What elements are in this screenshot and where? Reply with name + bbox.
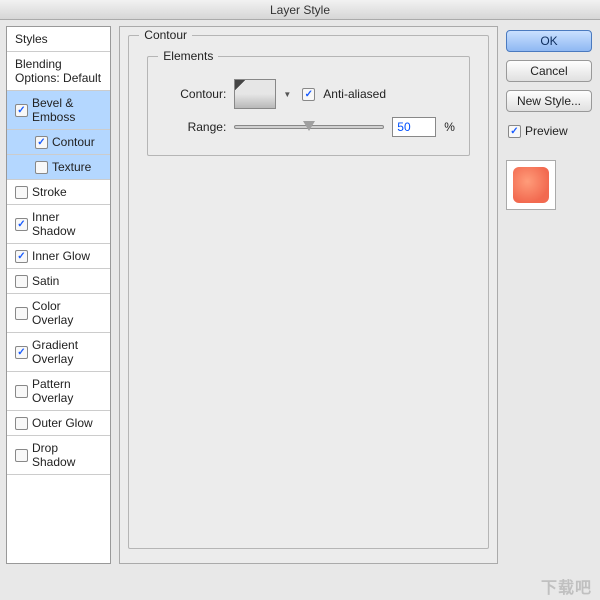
dialog-content: Styles Blending Options: Default Bevel &… xyxy=(0,20,600,570)
sidebar-item-label: Drop Shadow xyxy=(32,441,102,469)
sidebar-item-checkbox[interactable] xyxy=(15,346,28,359)
sidebar-item-label: Bevel & Emboss xyxy=(32,96,102,124)
sidebar-item-label: Inner Shadow xyxy=(32,210,102,238)
sidebar-item-label: Color Overlay xyxy=(32,299,102,327)
sidebar-item-checkbox[interactable] xyxy=(15,186,28,199)
preview-swatch-inner xyxy=(513,167,549,203)
sidebar-item-checkbox[interactable] xyxy=(15,449,28,462)
sidebar-item-label: Satin xyxy=(32,274,59,288)
range-unit: % xyxy=(444,120,455,134)
sidebar-styles-header[interactable]: Styles xyxy=(7,27,110,52)
elements-title: Elements xyxy=(158,49,218,63)
sidebar-item-label: Contour xyxy=(52,135,95,149)
antialiased-label: Anti-aliased xyxy=(323,87,386,101)
window-titlebar: Layer Style xyxy=(0,0,600,20)
sidebar-item[interactable]: Outer Glow xyxy=(7,411,110,436)
sidebar-item-checkbox[interactable] xyxy=(15,417,28,430)
sidebar-blending-label: Blending Options: Default xyxy=(15,57,102,85)
sidebar-item[interactable]: Gradient Overlay xyxy=(7,333,110,372)
sidebar-item-checkbox[interactable] xyxy=(35,161,48,174)
sidebar-item[interactable]: Bevel & Emboss xyxy=(7,91,110,130)
sidebar-item-checkbox[interactable] xyxy=(15,307,28,320)
sidebar-item-label: Texture xyxy=(52,160,91,174)
sidebar-item-checkbox[interactable] xyxy=(15,275,28,288)
preview-label: Preview xyxy=(525,124,568,138)
range-label: Range: xyxy=(162,120,226,134)
main-panel: Contour Elements Contour: ▼ Anti-aliased… xyxy=(119,26,498,564)
sidebar-item-checkbox[interactable] xyxy=(15,104,28,117)
sidebar-item[interactable]: Drop Shadow xyxy=(7,436,110,475)
range-slider[interactable] xyxy=(234,119,384,135)
sidebar-item[interactable]: Inner Shadow xyxy=(7,205,110,244)
sidebar-item-checkbox[interactable] xyxy=(15,385,28,398)
antialiased-checkbox[interactable] xyxy=(302,88,315,101)
right-panel: OK Cancel New Style... Preview xyxy=(506,26,592,564)
sidebar-item-checkbox[interactable] xyxy=(15,218,28,231)
cancel-button[interactable]: Cancel xyxy=(506,60,592,82)
sidebar-blending-header[interactable]: Blending Options: Default xyxy=(7,52,110,91)
sidebar-item[interactable]: Satin xyxy=(7,269,110,294)
slider-thumb-icon[interactable] xyxy=(303,121,315,131)
sidebar-item-checkbox[interactable] xyxy=(15,250,28,263)
sidebar-item-checkbox[interactable] xyxy=(35,136,48,149)
new-style-label: New Style... xyxy=(517,94,581,108)
contour-fieldset: Contour Elements Contour: ▼ Anti-aliased… xyxy=(128,35,489,549)
range-row: Range: % xyxy=(162,117,455,137)
ok-label: OK xyxy=(540,34,557,48)
contour-section-title: Contour xyxy=(139,28,192,42)
range-input[interactable] xyxy=(392,117,436,137)
contour-label: Contour: xyxy=(162,87,226,101)
sidebar-item[interactable]: Color Overlay xyxy=(7,294,110,333)
ok-button[interactable]: OK xyxy=(506,30,592,52)
sidebar-item[interactable]: Stroke xyxy=(7,180,110,205)
sidebar-item-label: Outer Glow xyxy=(32,416,93,430)
watermark: 下载吧 xyxy=(541,574,592,598)
window-title: Layer Style xyxy=(270,3,330,17)
sidebar-item[interactable]: Pattern Overlay xyxy=(7,372,110,411)
preview-row: Preview xyxy=(508,124,590,138)
chevron-down-icon[interactable]: ▼ xyxy=(280,79,294,109)
contour-row: Contour: ▼ Anti-aliased xyxy=(162,79,455,109)
sidebar-item[interactable]: Contour xyxy=(7,130,110,155)
elements-fieldset: Elements Contour: ▼ Anti-aliased Range: xyxy=(147,56,470,156)
sidebar-styles-label: Styles xyxy=(15,32,48,46)
styles-sidebar: Styles Blending Options: Default Bevel &… xyxy=(6,26,111,564)
sidebar-item[interactable]: Texture xyxy=(7,155,110,180)
sidebar-item-label: Inner Glow xyxy=(32,249,90,263)
sidebar-item-label: Stroke xyxy=(32,185,67,199)
contour-swatch[interactable] xyxy=(234,79,276,109)
preview-swatch xyxy=(506,160,556,210)
cancel-label: Cancel xyxy=(530,64,567,78)
sidebar-item[interactable]: Inner Glow xyxy=(7,244,110,269)
sidebar-item-label: Pattern Overlay xyxy=(32,377,102,405)
preview-checkbox[interactable] xyxy=(508,125,521,138)
new-style-button[interactable]: New Style... xyxy=(506,90,592,112)
sidebar-item-label: Gradient Overlay xyxy=(32,338,102,366)
